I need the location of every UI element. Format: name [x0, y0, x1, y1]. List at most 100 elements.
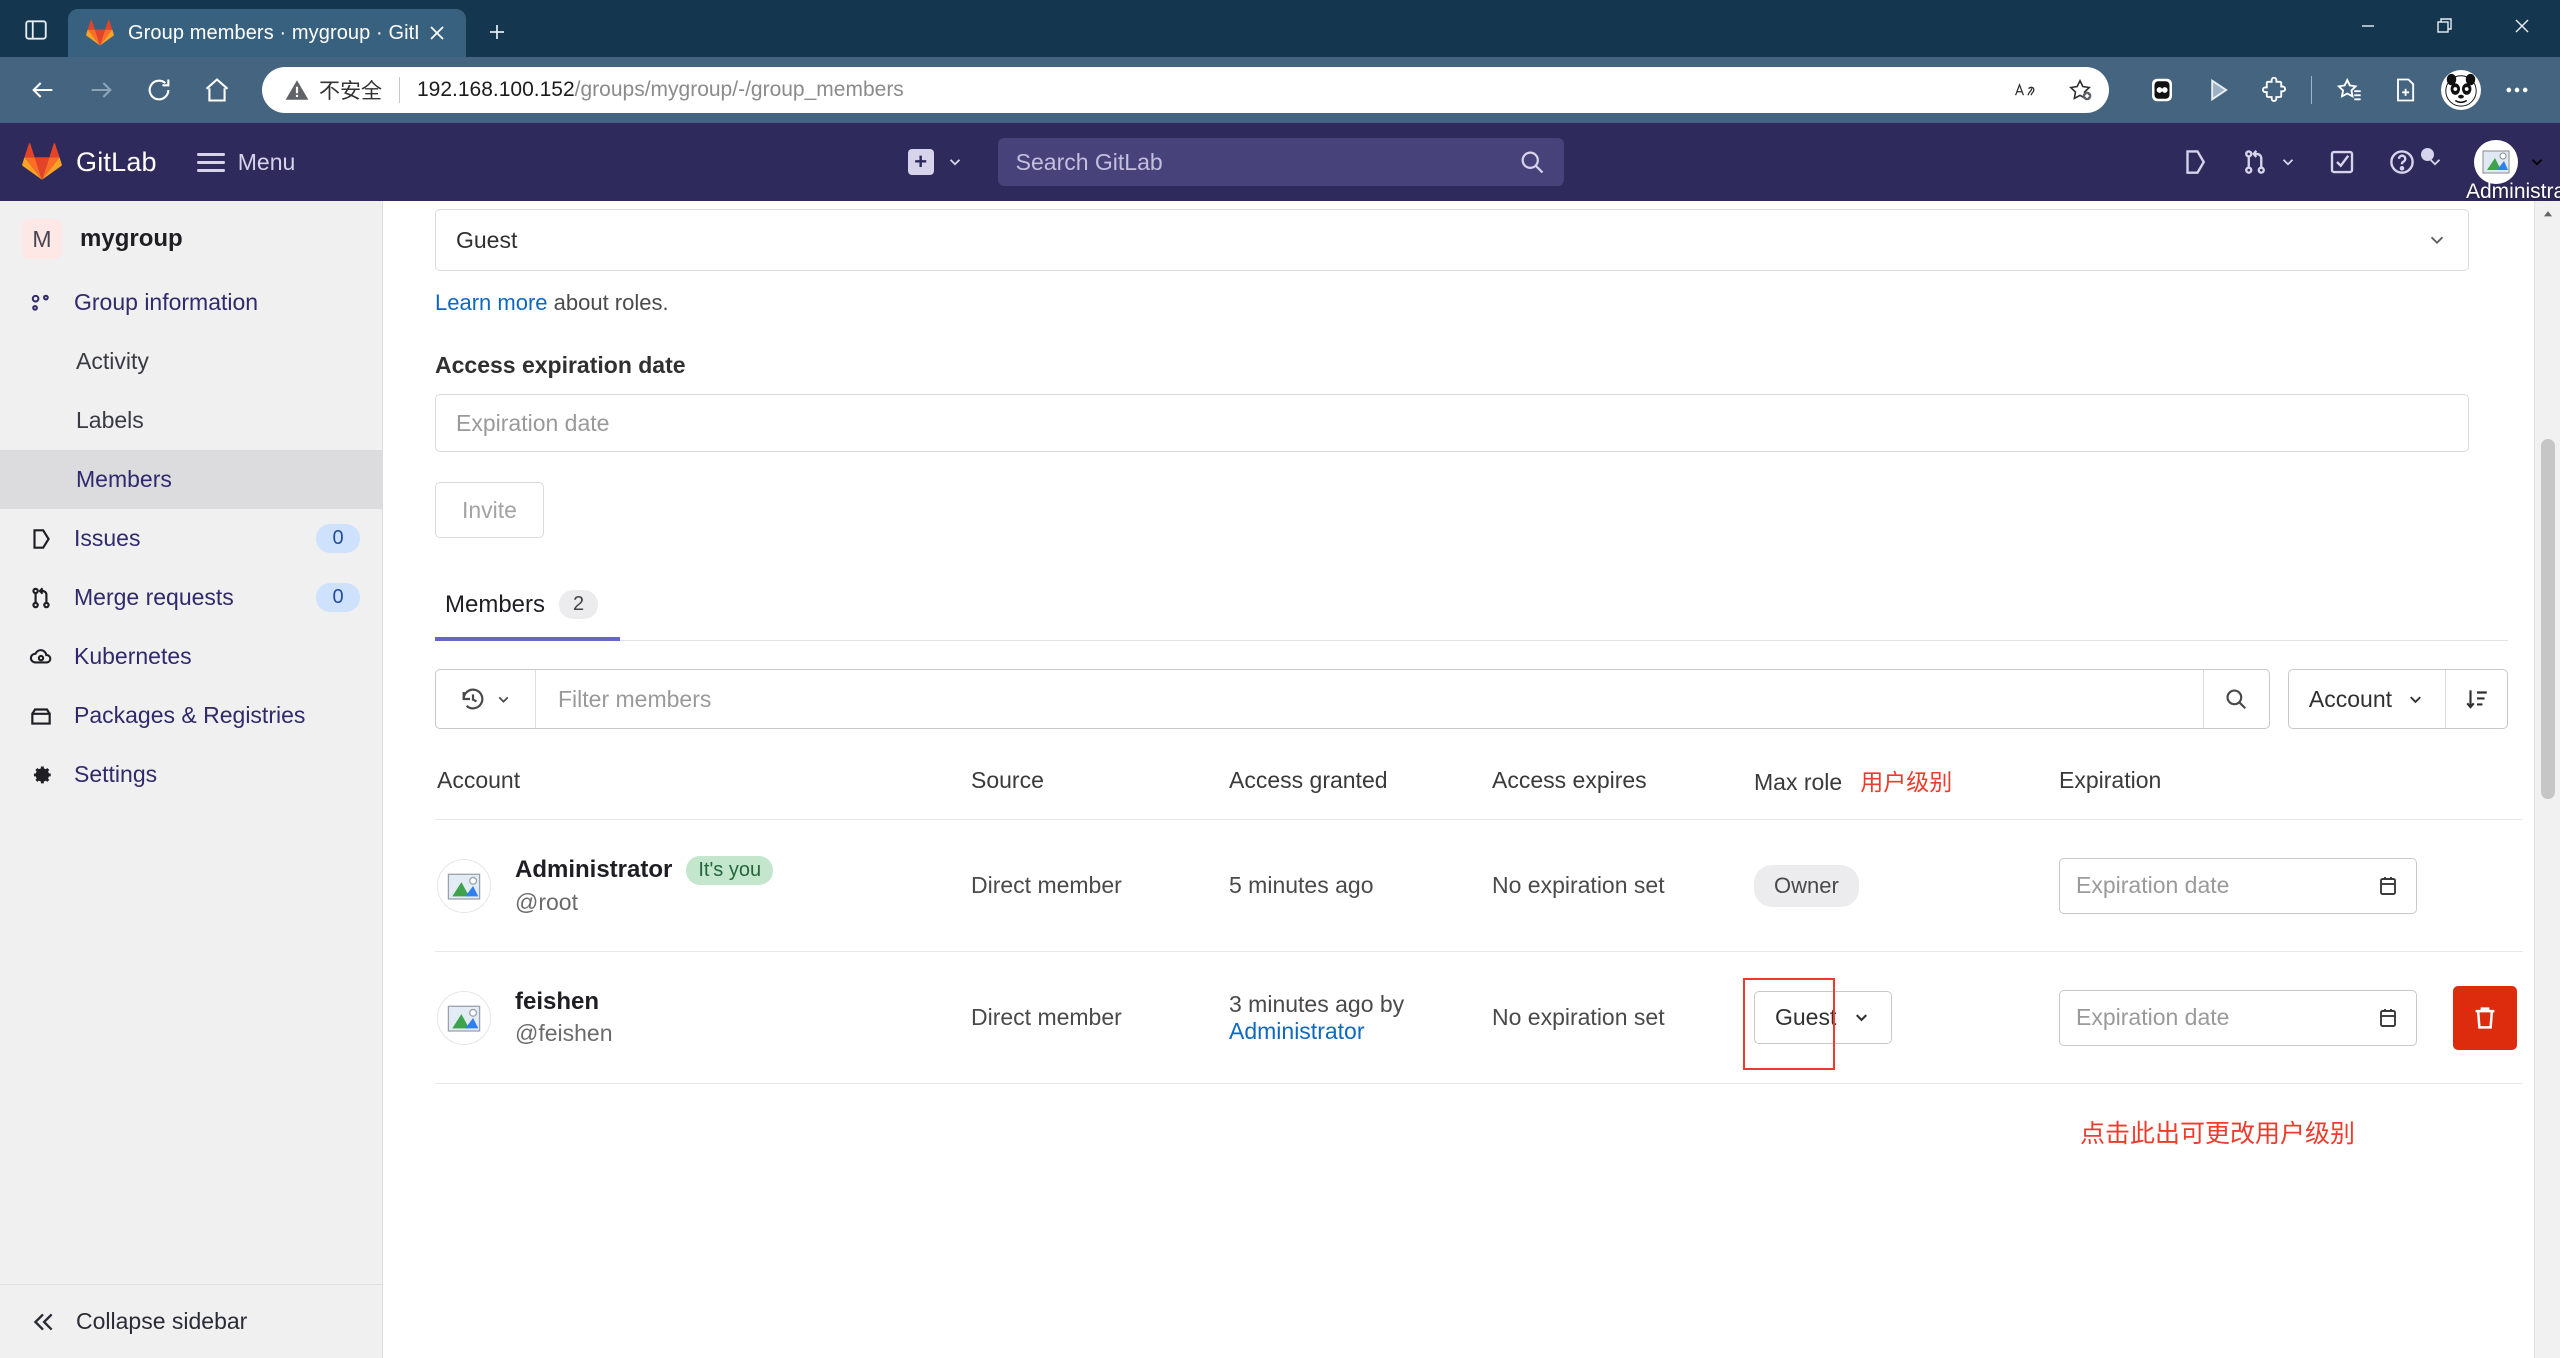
browser-tab[interactable]: Group members · mygroup · GitL	[68, 9, 466, 57]
sidebar-badge: 0	[316, 583, 360, 612]
sidebar-item-packages-registries[interactable]: Packages & Registries	[0, 686, 382, 745]
split-screen-icon[interactable]	[2135, 63, 2189, 117]
remove-member-button[interactable]	[2453, 986, 2517, 1050]
sort-field-value: Account	[2309, 686, 2392, 713]
user-menu-button[interactable]: Administrator	[2460, 140, 2552, 184]
browser-nav-bar: 不安全 192.168.100.152/groups/mygroup/-/gro…	[0, 57, 2560, 123]
role-select-wrapper: Guest	[1754, 991, 1892, 1044]
roles-helper-text: Learn more about roles.	[435, 290, 2508, 316]
expiration-date-input[interactable]: Expiration date	[2059, 858, 2417, 914]
its-you-badge: It's you	[686, 856, 773, 885]
header-max-role-label: Max role	[1754, 769, 1842, 795]
members-tabs: Members 2	[435, 590, 2508, 641]
help-icon[interactable]	[2373, 135, 2458, 189]
gitlab-logo-link[interactable]: GitLab	[22, 142, 157, 182]
sidebar-item-group-information[interactable]: Group information	[0, 273, 382, 332]
reload-button[interactable]	[132, 63, 186, 117]
merge-requests-icon[interactable]	[2226, 135, 2311, 189]
sort-field-dropdown[interactable]: Account	[2289, 670, 2445, 728]
issues-icon[interactable]	[2166, 135, 2224, 189]
app-body: M mygroup Group information Activity	[0, 201, 2560, 1358]
cell-account: Administrator It's you @root	[435, 856, 971, 916]
package-icon	[26, 701, 56, 731]
scroll-up-arrow[interactable]	[2541, 201, 2555, 227]
sidebar-item-label: Kubernetes	[74, 643, 360, 670]
max-role-dropdown[interactable]: Guest	[1754, 991, 1892, 1044]
hamburger-icon	[197, 153, 225, 172]
tab-members[interactable]: Members 2	[435, 590, 620, 641]
add-favorite-icon[interactable]	[2055, 70, 2105, 110]
tab-actions-icon[interactable]	[14, 8, 58, 52]
profile-avatar[interactable]	[2434, 63, 2488, 117]
page-scrollbar[interactable]	[2534, 201, 2560, 1358]
todos-icon[interactable]	[2313, 135, 2371, 189]
access-granted-by-link[interactable]: Administrator	[1229, 1018, 1364, 1044]
avatar	[437, 859, 491, 913]
account-name[interactable]: feishen	[515, 988, 599, 1016]
collections-icon[interactable]	[2378, 63, 2432, 117]
extensions-icon[interactable]	[2247, 63, 2301, 117]
expiration-date-input[interactable]: Expiration date	[2059, 990, 2417, 1046]
new-tab-button[interactable]	[474, 9, 520, 55]
filter-history-dropdown[interactable]	[436, 670, 536, 728]
gitlab-app: GitLab Menu + Search GitLab	[0, 123, 2560, 1358]
invite-role-select[interactable]: Guest	[435, 209, 2469, 271]
sidebar-item-settings[interactable]: Settings	[0, 745, 382, 804]
cell-expiration: Expiration date	[2059, 990, 2441, 1046]
members-filter-bar: Filter members Account	[435, 669, 2508, 729]
collapse-sidebar-button[interactable]: Collapse sidebar	[0, 1284, 382, 1358]
role-badge: Owner	[1754, 865, 1859, 907]
favorites-icon[interactable]	[2322, 63, 2376, 117]
sidebar-item-activity[interactable]: Activity	[0, 332, 382, 391]
sidebar-item-issues[interactable]: Issues 0	[0, 509, 382, 568]
sidebar-group-header[interactable]: M mygroup	[0, 201, 382, 273]
filter-members-input[interactable]: Filter members	[536, 686, 2203, 713]
chevron-double-left-icon	[30, 1309, 56, 1335]
table-header-row: Account Source Access granted Access exp…	[435, 763, 2523, 820]
cell-access-granted: 5 minutes ago	[1229, 872, 1492, 899]
close-window-button[interactable]	[2483, 0, 2560, 52]
sidebar-item-merge-requests[interactable]: Merge requests 0	[0, 568, 382, 627]
cell-max-role: Guest	[1754, 991, 2059, 1044]
close-icon[interactable]	[418, 14, 456, 52]
filter-members-box[interactable]: Filter members	[435, 669, 2270, 729]
search-input[interactable]: Search GitLab	[998, 138, 1564, 186]
sidebar-item-kubernetes[interactable]: Kubernetes	[0, 627, 382, 686]
sort-direction-button[interactable]	[2445, 670, 2507, 728]
invite-button[interactable]: Invite	[435, 482, 544, 538]
header-source: Source	[971, 767, 1229, 794]
play-icon[interactable]	[2191, 63, 2245, 117]
scrollbar-thumb[interactable]	[2541, 439, 2555, 799]
account-name[interactable]: Administrator	[515, 856, 672, 884]
url-text: 192.168.100.152/groups/mygroup/-/group_m…	[417, 78, 1991, 102]
group-info-icon	[26, 288, 56, 318]
create-new-button[interactable]: +	[898, 143, 974, 181]
more-icon[interactable]	[2490, 63, 2544, 117]
group-avatar: M	[22, 219, 62, 259]
home-button[interactable]	[190, 63, 244, 117]
address-bar-actions	[2001, 70, 2105, 110]
gitlab-fox-icon	[22, 142, 62, 182]
gitlab-brand-text: GitLab	[76, 147, 157, 178]
main-menu-button[interactable]: Menu	[197, 149, 296, 176]
minimize-button[interactable]	[2329, 0, 2406, 52]
helper-rest-text: about roles.	[548, 290, 669, 315]
forward-button[interactable]	[74, 63, 128, 117]
sort-descending-icon	[2464, 686, 2490, 712]
read-aloud-icon[interactable]	[2001, 70, 2051, 110]
cell-max-role: Owner	[1754, 865, 2059, 907]
sidebar-item-labels[interactable]: Labels	[0, 391, 382, 450]
header-max-role: Max role用户级别	[1754, 763, 2059, 797]
filter-search-button[interactable]	[2203, 670, 2269, 728]
maximize-restore-button[interactable]	[2406, 0, 2483, 52]
back-button[interactable]	[16, 63, 70, 117]
browser-window: Group members · mygroup · GitL	[0, 0, 2560, 1358]
invite-member-form: Guest Learn more about roles. Access exp…	[435, 201, 2508, 538]
sidebar-item-members[interactable]: Members	[0, 450, 382, 509]
account-identity: Administrator It's you @root	[515, 856, 773, 916]
not-secure-warning-icon	[284, 77, 310, 103]
access-expiration-input[interactable]: Expiration date	[435, 394, 2469, 452]
learn-more-link[interactable]: Learn more	[435, 290, 548, 315]
gitlab-fox-icon	[86, 19, 114, 47]
address-bar[interactable]: 不安全 192.168.100.152/groups/mygroup/-/gro…	[262, 67, 2109, 113]
